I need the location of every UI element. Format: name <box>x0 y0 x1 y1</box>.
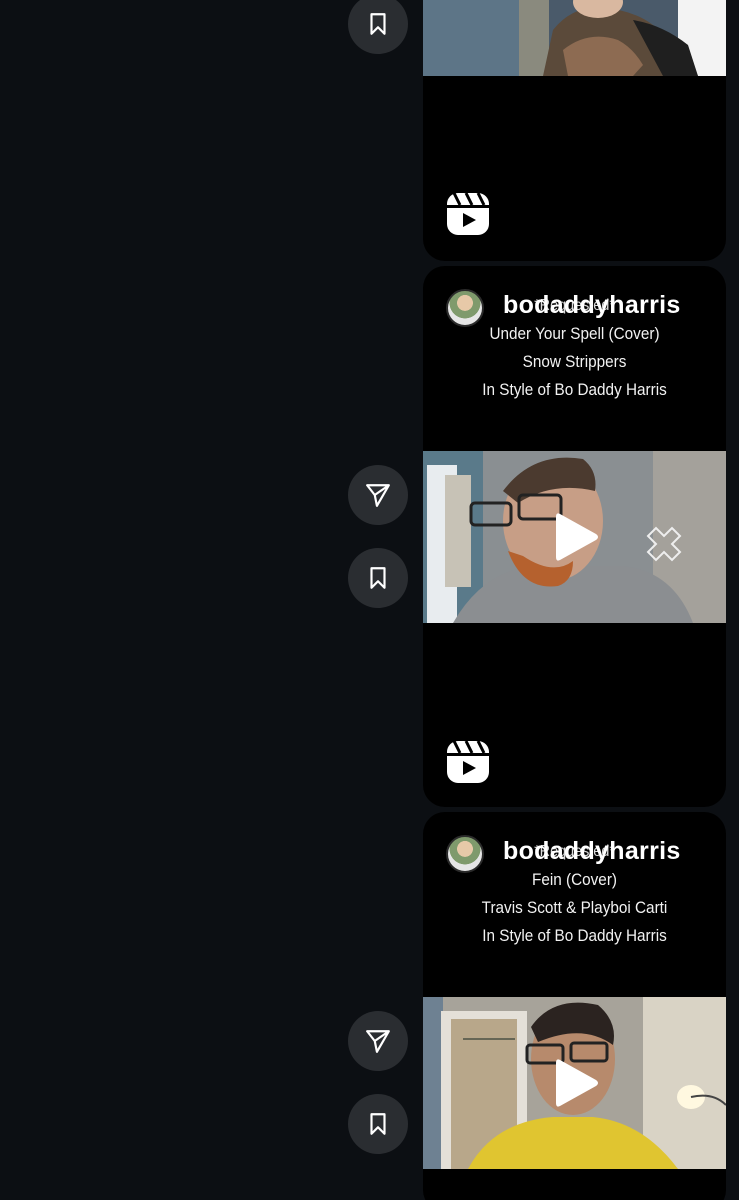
bookmark-icon <box>370 567 386 589</box>
username[interactable]: bodaddyharris <box>503 291 681 320</box>
reels-icon <box>446 192 490 236</box>
play-icon[interactable] <box>548 510 602 564</box>
post-card[interactable]: *Requested* Fein (Cover) Travis Scott & … <box>423 812 726 1200</box>
avatar[interactable] <box>446 289 484 327</box>
post-header: *Requested* Under Your Spell (Cover) Sno… <box>423 266 726 451</box>
post-header: *Requested* Fein (Cover) Travis Scott & … <box>423 812 726 997</box>
caption-line: Under Your Spell (Cover) <box>489 324 660 343</box>
username[interactable]: bodaddyharris <box>503 837 681 866</box>
feed-page: *Requested* Under Your Spell (Cover) Sno… <box>0 0 739 1200</box>
post-card[interactable] <box>423 0 726 261</box>
caption-line: Travis Scott & Playboi Carti <box>481 898 668 917</box>
avatar[interactable] <box>446 835 484 873</box>
video-thumbnail[interactable] <box>423 0 726 76</box>
caption-line: Snow Strippers <box>522 352 627 371</box>
post-card[interactable]: *Requested* Under Your Spell (Cover) Sno… <box>423 266 726 807</box>
video-thumbnail[interactable] <box>423 997 726 1169</box>
send-icon <box>366 1030 390 1053</box>
share-button[interactable] <box>348 465 408 525</box>
save-button[interactable] <box>348 1094 408 1154</box>
bookmark-icon <box>370 13 386 35</box>
reels-icon <box>446 740 490 784</box>
video-thumbnail[interactable] <box>423 451 726 623</box>
save-button[interactable] <box>348 548 408 608</box>
play-icon[interactable] <box>548 1056 602 1110</box>
save-button[interactable] <box>348 0 408 54</box>
share-button[interactable] <box>348 1011 408 1071</box>
send-icon <box>366 484 390 507</box>
bookmark-icon <box>370 1113 386 1135</box>
caption-line: In Style of Bo Daddy Harris <box>482 926 667 945</box>
caption-line: In Style of Bo Daddy Harris <box>482 380 667 399</box>
caption-line: Fein (Cover) <box>531 870 618 889</box>
